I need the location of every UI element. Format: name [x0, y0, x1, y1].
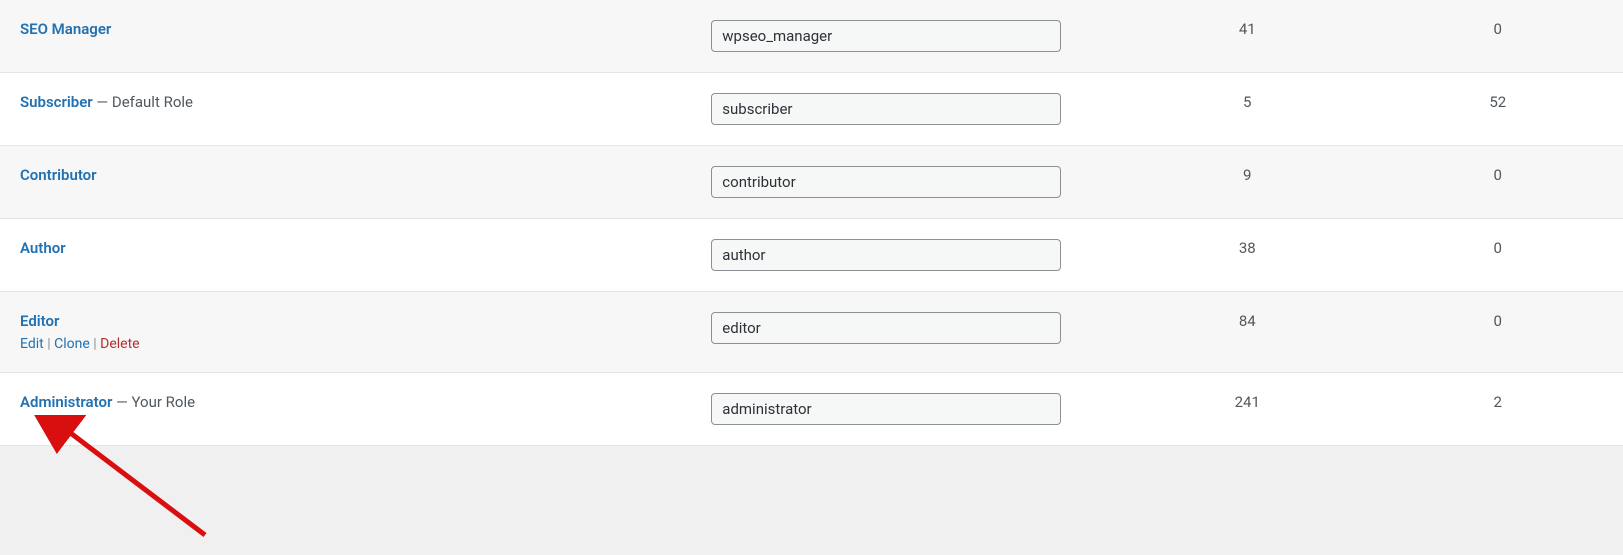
table-row: Administrator — Your Role 241 2: [0, 373, 1623, 446]
sep: |: [90, 336, 100, 352]
slug-input[interactable]: [711, 393, 1061, 425]
count-2: 0: [1494, 312, 1502, 330]
slug-input[interactable]: [711, 239, 1061, 271]
slug-input[interactable]: [711, 312, 1061, 344]
count-1: 9: [1243, 166, 1251, 184]
role-link[interactable]: SEO Manager: [20, 20, 111, 38]
table-row: Author 38 0: [0, 219, 1623, 292]
role-link[interactable]: Subscriber: [20, 93, 93, 111]
slug-input[interactable]: [711, 166, 1061, 198]
role-link[interactable]: Editor: [20, 312, 59, 330]
role-suffix: — Your Role: [112, 393, 195, 411]
count-2: 2: [1494, 393, 1502, 411]
table-row: Subscriber — Default Role 5 52: [0, 73, 1623, 146]
count-1: 5: [1243, 93, 1251, 111]
role-link[interactable]: Author: [20, 239, 66, 257]
clone-link[interactable]: Clone: [54, 336, 90, 352]
table-row: Editor Edit | Clone | Delete 84 0: [0, 292, 1623, 373]
table-row: SEO Manager 41 0: [0, 0, 1623, 73]
delete-link[interactable]: Delete: [100, 336, 139, 352]
role-link[interactable]: Administrator: [20, 393, 112, 411]
count-1: 84: [1239, 312, 1256, 330]
slug-input[interactable]: [711, 20, 1061, 52]
role-link[interactable]: Contributor: [20, 166, 97, 184]
count-2: 0: [1494, 20, 1502, 38]
count-2: 0: [1494, 239, 1502, 257]
sep: |: [44, 336, 54, 352]
roles-table: SEO Manager 41 0 Subscriber — Default Role 5…: [0, 0, 1623, 446]
count-1: 241: [1235, 393, 1260, 411]
count-2: 52: [1489, 93, 1506, 111]
table-row: Contributor 9 0: [0, 146, 1623, 219]
slug-input[interactable]: [711, 93, 1061, 125]
row-actions: Edit | Clone | Delete: [20, 336, 691, 352]
count-2: 0: [1494, 166, 1502, 184]
count-1: 38: [1239, 239, 1256, 257]
count-1: 41: [1239, 20, 1256, 38]
edit-link[interactable]: Edit: [20, 336, 44, 352]
role-suffix: — Default Role: [93, 93, 193, 111]
